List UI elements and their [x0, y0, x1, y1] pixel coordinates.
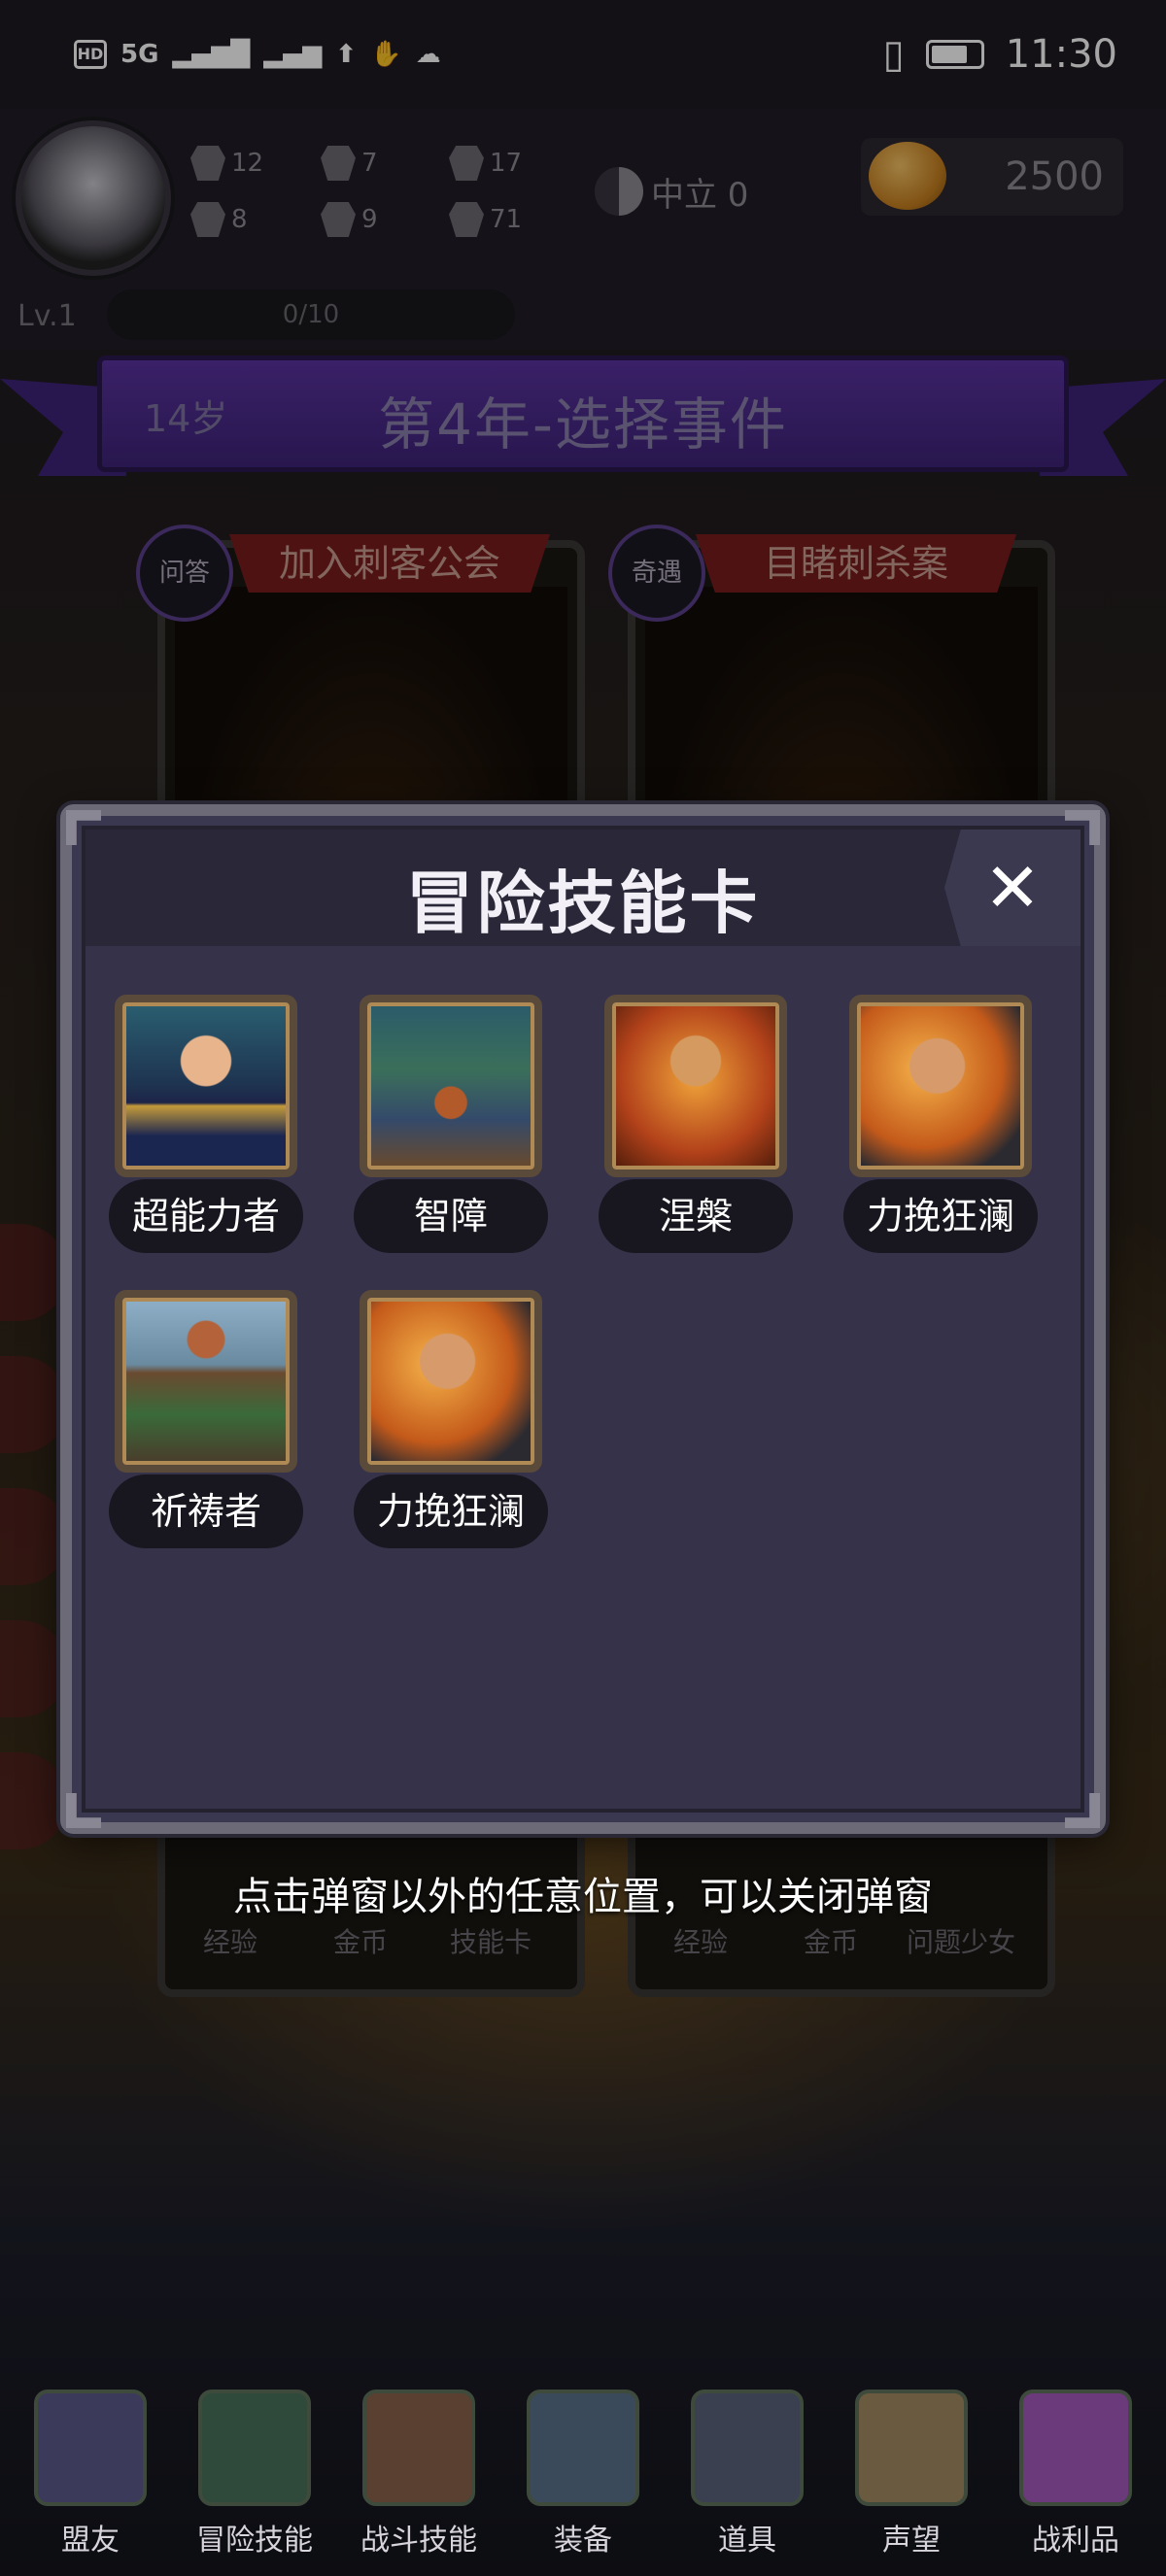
nav-reputation[interactable]: 声望 [839, 2370, 984, 2564]
close-hint: 点击弹窗以外的任意位置，可以关闭弹窗 [233, 1875, 933, 1919]
nav-allies[interactable]: 盟友 [17, 2370, 163, 2564]
skill-card[interactable]: 超能力者 [109, 995, 303, 1267]
skill-portrait [115, 1290, 297, 1473]
skill-portrait [604, 995, 787, 1177]
skill-name: 涅槃 [599, 1179, 793, 1253]
book-icon [198, 2390, 311, 2506]
skill-portrait [115, 995, 297, 1177]
handshake-icon [34, 2390, 147, 2506]
skill-card[interactable]: 智障 [354, 995, 548, 1267]
modal-title: 冒险技能卡 [405, 864, 761, 943]
nav-loot[interactable]: 战利品 [1003, 2370, 1149, 2564]
game-screen: HD 5G ▂▄▆█ ▂▄▆ ⬆ ✋ ☁ ▯ 11:30 12 7 17 8 9… [0, 0, 1166, 2576]
bag-icon [691, 2390, 804, 2506]
skill-portrait [360, 995, 542, 1177]
bottom-nav: 盟友 冒险技能 战斗技能 装备 道具 声望 战利品 [0, 2370, 1166, 2576]
nav-battle-skills[interactable]: 战斗技能 [346, 2370, 492, 2564]
skill-name: 智障 [354, 1179, 548, 1253]
swords-icon [527, 2390, 639, 2506]
skill-card[interactable]: 力挽狂澜 [354, 1290, 548, 1562]
modal-header: 冒险技能卡 ✕ [86, 830, 1080, 946]
treasure-chest-icon [1019, 2390, 1132, 2506]
modal-body: 冒险技能卡 ✕ 超能力者 智障 涅槃 力挽狂澜 祈祷者 力挽狂澜 [82, 826, 1084, 1813]
nav-equipment[interactable]: 装备 [510, 2370, 656, 2564]
skill-name: 超能力者 [109, 1179, 303, 1253]
skill-portrait [360, 1290, 542, 1473]
skill-card[interactable]: 涅槃 [599, 995, 793, 1267]
skill-name: 力挽狂澜 [843, 1179, 1038, 1253]
skill-name: 祈祷者 [109, 1474, 303, 1548]
nav-items[interactable]: 道具 [674, 2370, 820, 2564]
skill-portrait [849, 995, 1032, 1177]
nav-adventure-skills[interactable]: 冒险技能 [182, 2370, 327, 2564]
skill-card-modal: 冒险技能卡 ✕ 超能力者 智障 涅槃 力挽狂澜 祈祷者 力挽狂澜 [60, 804, 1106, 1834]
close-button[interactable]: ✕ [944, 830, 1080, 946]
backpack-icon [362, 2390, 475, 2506]
scroll-icon [855, 2390, 968, 2506]
skill-name: 力挽狂澜 [354, 1474, 548, 1548]
skill-card[interactable]: 力挽狂澜 [843, 995, 1038, 1267]
skill-card[interactable]: 祈祷者 [109, 1290, 303, 1562]
